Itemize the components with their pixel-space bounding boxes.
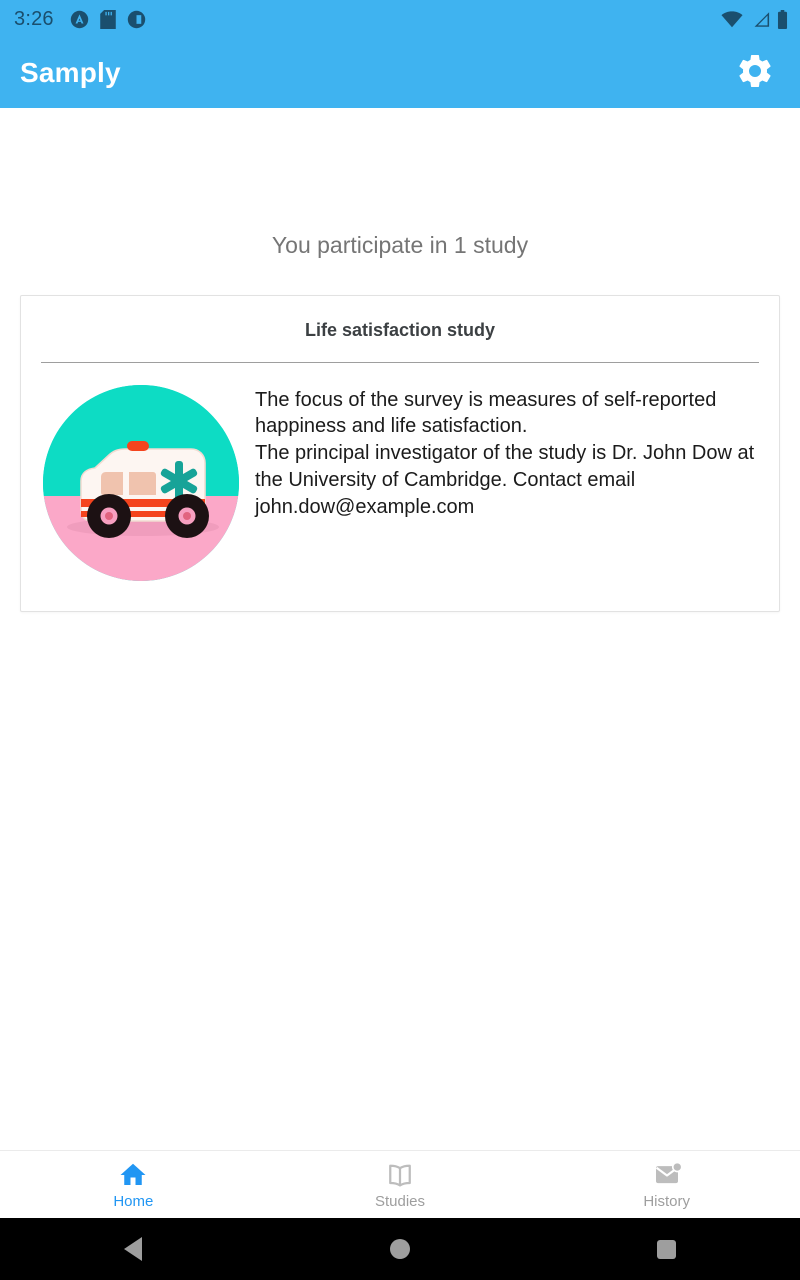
back-triangle-icon [124, 1237, 143, 1261]
screenshot-icon [127, 10, 146, 29]
nav-item-home[interactable]: Home [0, 1151, 267, 1218]
home-circle-icon [390, 1239, 410, 1259]
study-card-body: The focus of the survey is measures of s… [21, 363, 779, 611]
bottom-navigation: Home Studies History [0, 1150, 800, 1218]
gear-icon [735, 51, 775, 96]
app-title: Samply [20, 57, 121, 88]
ambulance-illustration [67, 440, 219, 538]
home-icon [118, 1160, 148, 1190]
recents-button[interactable] [533, 1239, 800, 1259]
recents-square-icon [657, 1239, 677, 1259]
participation-summary: You participate in 1 study [271, 232, 529, 258]
back-button[interactable] [0, 1237, 267, 1261]
nav-label-studies: Studies [374, 1193, 426, 1210]
app-bar: Samply [0, 38, 800, 108]
android-system-navigation [0, 1218, 800, 1280]
home-button[interactable] [267, 1239, 534, 1259]
sd-card-icon [99, 9, 116, 29]
wheel-front [87, 493, 131, 538]
status-bar-clock: 3:26 [14, 8, 54, 30]
status-bar-notification-icons [70, 9, 146, 29]
book-icon [385, 1160, 415, 1190]
mail-icon [652, 1160, 682, 1190]
cellular-signal-icon [750, 11, 770, 28]
battery-icon [777, 9, 788, 29]
nav-label-history: History [643, 1193, 691, 1210]
app-notification-icon [70, 10, 89, 29]
nav-item-history[interactable]: History [533, 1151, 800, 1218]
nav-item-studies[interactable]: Studies [267, 1151, 534, 1218]
settings-button[interactable] [732, 50, 778, 96]
study-image [43, 384, 239, 581]
wheel-rear [165, 493, 209, 538]
study-title: Life satisfaction study [304, 320, 496, 340]
nav-label-home: Home [113, 1193, 154, 1210]
study-description: The focus of the survey is measures of s… [255, 388, 755, 518]
status-bar-system-icons [721, 9, 788, 29]
wifi-icon [721, 10, 743, 28]
status-bar: 3:26 [0, 0, 800, 38]
study-card[interactable]: Life satisfaction study The focus of the… [20, 295, 780, 612]
main-content: You participate in 1 study Life satisfac… [0, 108, 800, 1150]
phone-screen: 3:26 Samply You participate in 1 study L… [0, 0, 800, 1280]
